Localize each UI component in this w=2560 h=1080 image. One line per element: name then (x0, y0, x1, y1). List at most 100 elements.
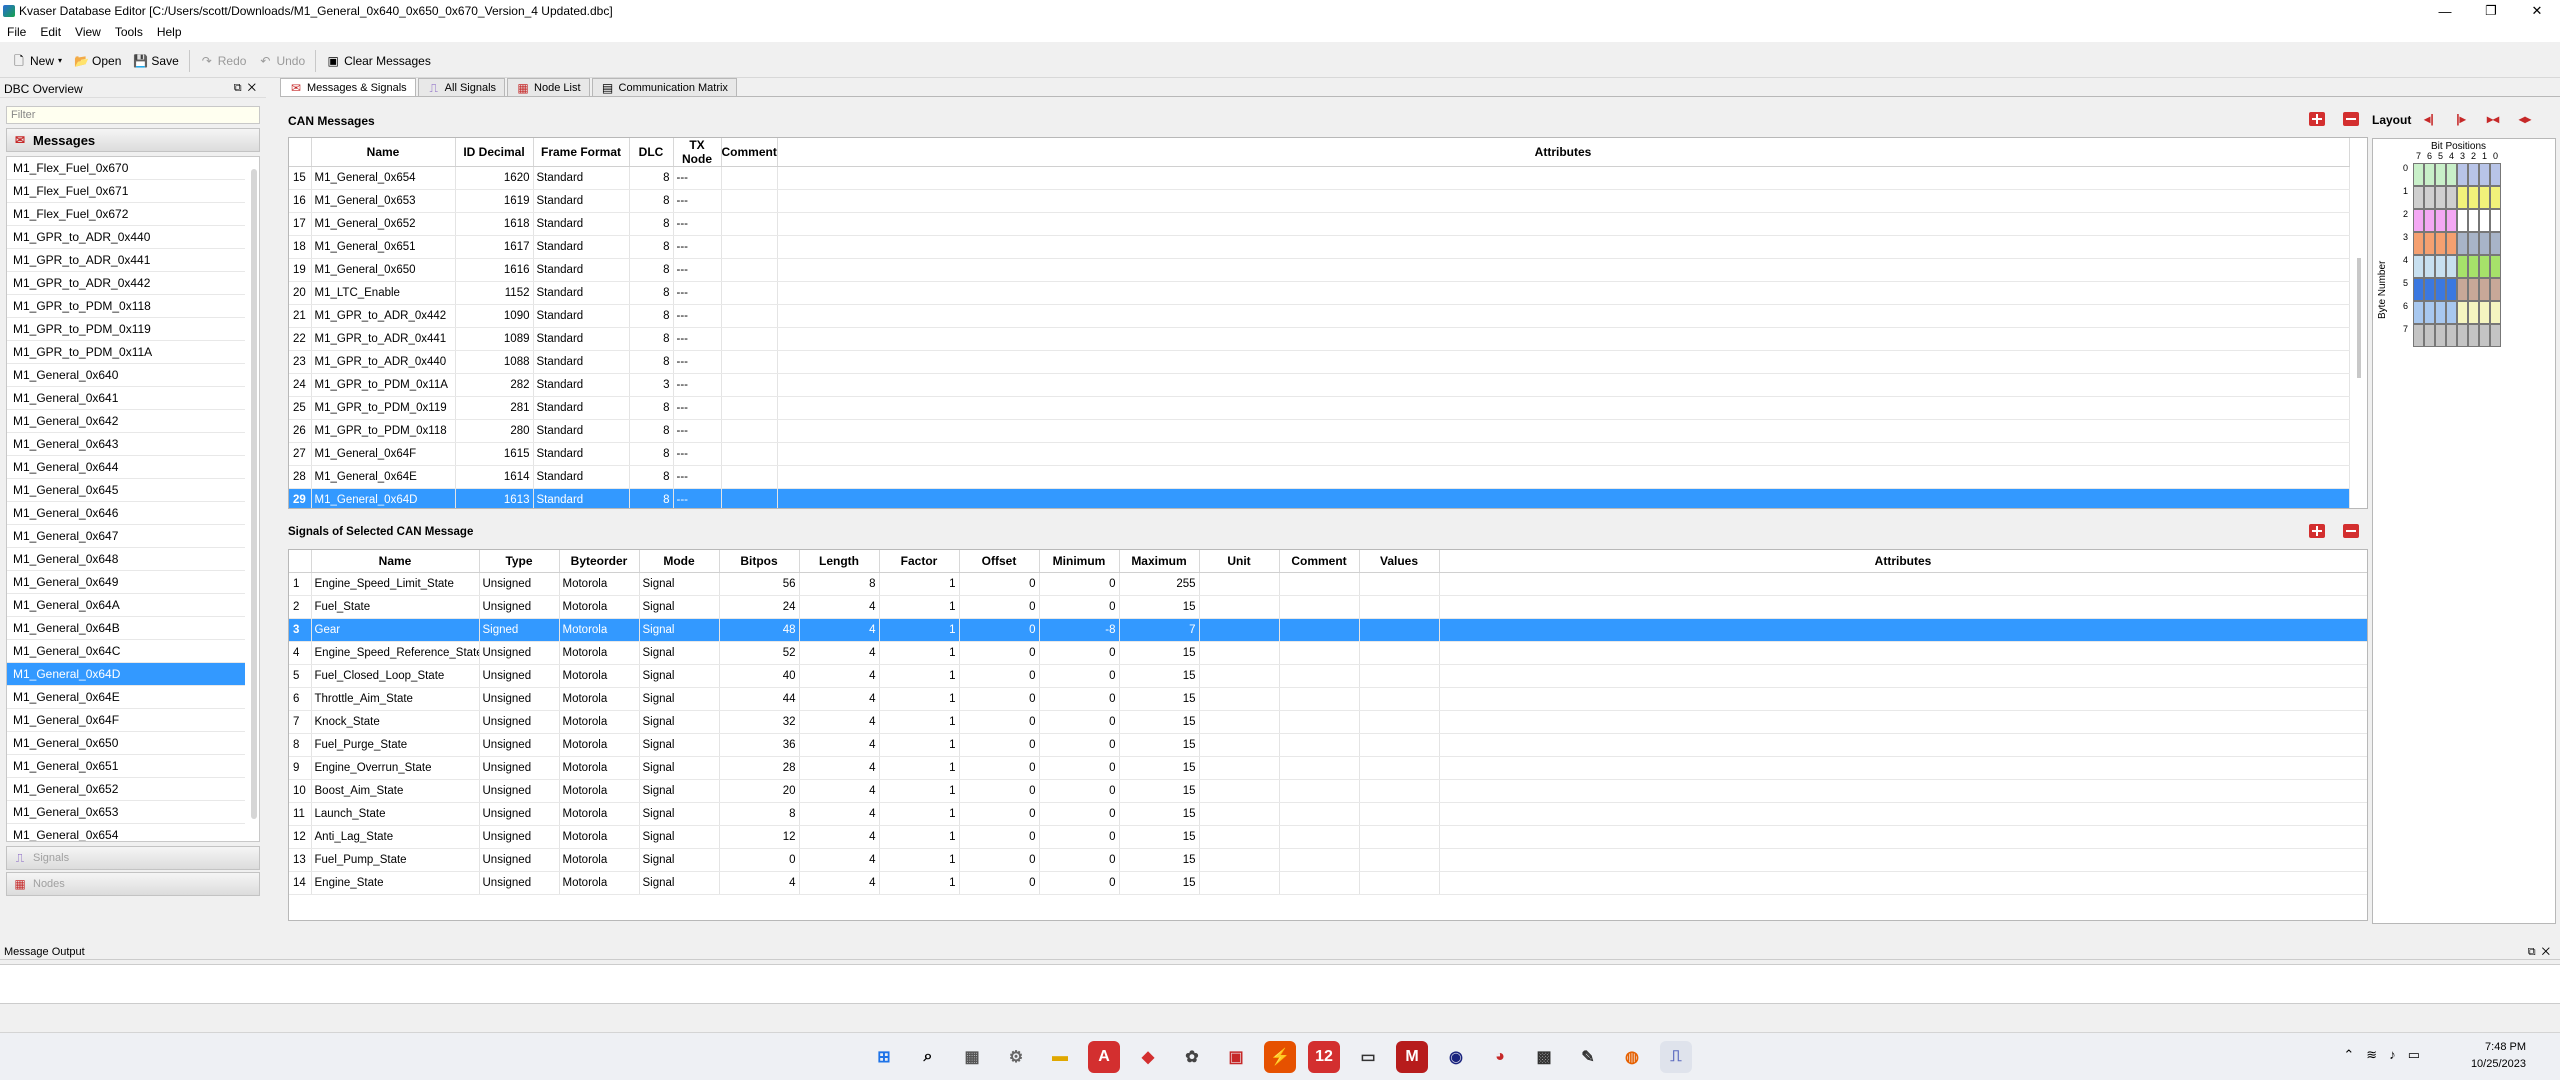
header-name[interactable]: Name (311, 550, 480, 573)
open-button[interactable]: 📂 Open (68, 48, 127, 74)
message-list-item[interactable]: M1_General_0x647 (7, 525, 245, 548)
signal-row[interactable]: 7 Knock_State Unsigned Motorola Signal 32 4 1 0 0… (289, 710, 2367, 734)
can-messages-table[interactable]: Name ID Decimal Frame Format DLC TX Node… (288, 137, 2368, 509)
signal-row[interactable]: 14 Engine_State Unsigned Motorola Signal 4 4 1 0… (289, 871, 2367, 895)
app-icon[interactable]: ▣ (1220, 1041, 1252, 1073)
chevron-up-icon[interactable]: ⌃ (2343, 1047, 2354, 1063)
can-message-row[interactable]: 26 M1_GPR_to_PDM_0x118 280 Standard 8 --- (289, 419, 2350, 443)
signal-row[interactable]: 4 Engine_Speed_Reference_State Unsigned Mot… (289, 641, 2367, 665)
kvaser-icon[interactable]: ⎍ (1660, 1041, 1692, 1073)
app-icon[interactable]: 12 (1308, 1041, 1340, 1073)
file-explorer-icon[interactable]: ▬ (1044, 1041, 1076, 1073)
message-list-item[interactable]: M1_Flex_Fuel_0x671 (7, 180, 245, 203)
can-message-row[interactable]: 21 M1_GPR_to_ADR_0x442 1090 Standard 8 --- (289, 304, 2350, 328)
message-list[interactable]: M1_Flex_Fuel_0x670 M1_Flex_Fuel_0x671 M1_F… (6, 156, 260, 842)
message-list-item[interactable]: M1_General_0x64F (7, 709, 245, 732)
can-message-row[interactable]: 15 M1_General_0x654 1620 Standard 8 --- (289, 166, 2350, 190)
tab-all-signals[interactable]: ⎍ All Signals (417, 78, 506, 96)
header-comment[interactable]: Comment (1279, 550, 1360, 573)
message-list-item[interactable]: M1_GPR_to_PDM_0x11A (7, 341, 245, 364)
header-minimum[interactable]: Minimum (1039, 550, 1120, 573)
start-icon[interactable]: ⊞ (868, 1041, 900, 1073)
add-message-button[interactable] (2306, 110, 2328, 128)
message-list-item[interactable]: M1_General_0x64C (7, 640, 245, 663)
filter-input[interactable]: Filter (6, 106, 260, 124)
mitsubishi-icon[interactable]: ◆ (1132, 1041, 1164, 1073)
message-list-item[interactable]: M1_General_0x645 (7, 479, 245, 502)
app-icon[interactable]: ✿ (1176, 1041, 1208, 1073)
redo-button[interactable]: ↷ Redo (194, 48, 253, 74)
message-list-scrollbar[interactable] (251, 169, 257, 819)
message-output-area[interactable] (0, 964, 2560, 1004)
header-attributes[interactable]: Attributes (777, 138, 2350, 167)
app-icon[interactable]: ✎ (1572, 1041, 1604, 1073)
header-unit[interactable]: Unit (1199, 550, 1280, 573)
can-message-row[interactable]: 25 M1_GPR_to_PDM_0x119 281 Standard 8 --- (289, 396, 2350, 420)
close-button[interactable]: ✕ (2514, 0, 2560, 22)
signal-row[interactable]: 9 Engine_Overrun_State Unsigned Motorola Sig… (289, 756, 2367, 780)
app-icon[interactable]: ▩ (1528, 1041, 1560, 1073)
message-list-item[interactable]: M1_General_0x642 (7, 410, 245, 433)
message-list-item[interactable]: M1_GPR_to_PDM_0x118 (7, 295, 245, 318)
message-list-item[interactable]: M1_General_0x652 (7, 778, 245, 801)
save-button[interactable]: 💾 Save (127, 48, 184, 74)
header-frame-format[interactable]: Frame Format (533, 138, 630, 167)
can-message-row[interactable]: 24 M1_GPR_to_PDM_0x11A 282 Standard 3 --- (289, 373, 2350, 397)
signal-row[interactable]: 2 Fuel_State Unsigned Motorola Signal 24 4 1 0 0 1… (289, 595, 2367, 619)
message-list-item[interactable]: M1_General_0x643 (7, 433, 245, 456)
message-list-item[interactable]: M1_Flex_Fuel_0x672 (7, 203, 245, 226)
message-list-item[interactable]: M1_General_0x651 (7, 755, 245, 778)
header-id-decimal[interactable]: ID Decimal (455, 138, 534, 167)
layout-left-button[interactable]: ◂| (2418, 110, 2440, 128)
app-icon[interactable]: ◕ (1484, 1041, 1516, 1073)
clock[interactable]: 7:48 PM 10/25/2023 (2471, 1039, 2526, 1073)
message-list-item[interactable]: M1_General_0x653 (7, 801, 245, 824)
signal-row[interactable]: 13 Fuel_Pump_State Unsigned Motorola Signal 0… (289, 848, 2367, 872)
message-list-item[interactable]: M1_Flex_Fuel_0x670 (7, 157, 245, 180)
wifi-icon[interactable]: ≋ (2366, 1047, 2377, 1063)
message-list-item[interactable]: M1_General_0x64D (7, 663, 245, 686)
battery-icon[interactable]: ▭ (2408, 1047, 2420, 1063)
message-list-item[interactable]: M1_GPR_to_ADR_0x442 (7, 272, 245, 295)
signal-row[interactable]: 6 Throttle_Aim_State Unsigned Motorola Signa… (289, 687, 2367, 711)
message-list-item[interactable]: M1_General_0x64B (7, 617, 245, 640)
menu-help[interactable]: Help (150, 25, 189, 39)
can-message-row[interactable]: 29 M1_General_0x64D 1613 Standard 8 --- (289, 488, 2350, 508)
signal-row[interactable]: 10 Boost_Aim_State Unsigned Motorola Signal 2… (289, 779, 2367, 803)
menu-file[interactable]: File (0, 25, 33, 39)
can-table-scrollbar[interactable] (2357, 258, 2361, 378)
layout-collapse-button[interactable]: ▸◂ (2482, 110, 2504, 128)
signal-row[interactable]: 1 Engine_Speed_Limit_State Unsigned Motorol… (289, 572, 2367, 596)
remove-signal-button[interactable] (2340, 522, 2362, 540)
panel-controls[interactable]: ⧉✕ (234, 82, 262, 95)
message-list-item[interactable]: M1_GPR_to_ADR_0x441 (7, 249, 245, 272)
header-offset[interactable]: Offset (959, 550, 1040, 573)
signal-row[interactable]: 3 Gear Signed Motorola Signal 48 4 1 0 -8 7 (289, 618, 2367, 642)
header-bitpos[interactable]: Bitpos (719, 550, 800, 573)
clear-messages-button[interactable]: ▣ Clear Messages (320, 48, 437, 74)
motec-icon[interactable]: M (1396, 1041, 1428, 1073)
menu-tools[interactable]: Tools (108, 25, 150, 39)
new-button[interactable]: 🗋 New ▾ (6, 48, 68, 74)
remove-message-button[interactable] (2340, 110, 2362, 128)
app-icon[interactable]: ◉ (1440, 1041, 1472, 1073)
layout-expand-button[interactable]: ◂▸ (2514, 110, 2536, 128)
can-message-row[interactable]: 18 M1_General_0x651 1617 Standard 8 --- (289, 235, 2350, 259)
menu-view[interactable]: View (68, 25, 108, 39)
can-message-row[interactable]: 17 M1_General_0x652 1618 Standard 8 --- (289, 212, 2350, 236)
signal-row[interactable]: 8 Fuel_Purge_State Unsigned Motorola Signal 3… (289, 733, 2367, 757)
message-list-item[interactable]: M1_General_0x641 (7, 387, 245, 410)
firefox-icon[interactable]: ◍ (1616, 1041, 1648, 1073)
message-list-item[interactable]: M1_General_0x650 (7, 732, 245, 755)
can-message-row[interactable]: 16 M1_General_0x653 1619 Standard 8 --- (289, 189, 2350, 213)
signal-row[interactable]: 5 Fuel_Closed_Loop_State Unsigned Motorola S… (289, 664, 2367, 688)
messages-section-button[interactable]: ✉ Messages (6, 128, 260, 152)
message-list-item[interactable]: M1_General_0x64E (7, 686, 245, 709)
header-attributes[interactable]: Attributes (1439, 550, 2367, 573)
message-list-item[interactable]: M1_GPR_to_ADR_0x440 (7, 226, 245, 249)
can-message-row[interactable]: 20 M1_LTC_Enable 1152 Standard 8 --- (289, 281, 2350, 305)
message-list-item[interactable]: M1_GPR_to_PDM_0x119 (7, 318, 245, 341)
header-values[interactable]: Values (1359, 550, 1440, 573)
signals-table[interactable]: Name Type Byteorder Mode Bitpos Length F… (288, 549, 2368, 921)
signal-row[interactable]: 12 Anti_Lag_State Unsigned Motorola Signal 12… (289, 825, 2367, 849)
